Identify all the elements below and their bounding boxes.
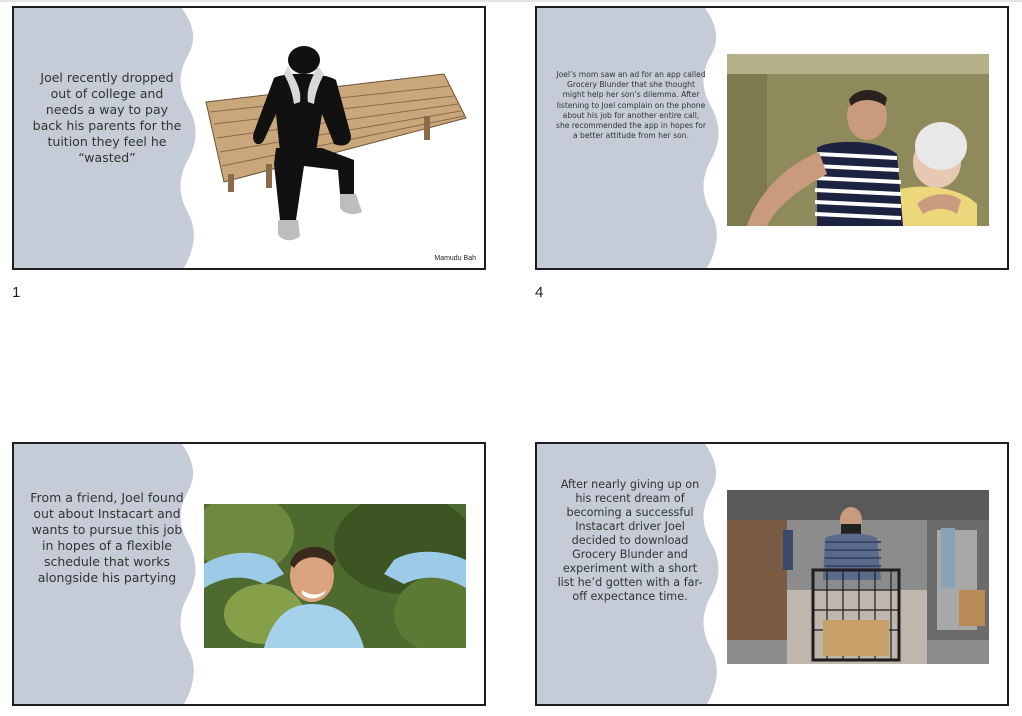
page-top-edge xyxy=(0,0,1022,2)
photo-credit: Mamudu Bah xyxy=(434,255,476,262)
slide-4-text: Joel’s mom saw an ad for an app called G… xyxy=(556,70,706,141)
relaxed-man-photo xyxy=(204,504,466,648)
slide-number: 4 xyxy=(535,284,544,301)
slide-number: 1 xyxy=(12,284,21,301)
slide-4-thumbnail[interactable]: Joel’s mom saw an ad for an app called G… xyxy=(535,6,1009,270)
slide-2-thumbnail[interactable]: From a friend, Joel found out about Inst… xyxy=(12,442,486,706)
grocery-store-cart-photo xyxy=(727,490,989,664)
sad-man-on-bench-illustration xyxy=(204,44,468,244)
slide-3-text: After nearly giving up on his recent dre… xyxy=(557,478,703,603)
slide-1-thumbnail[interactable]: Joel recently dropped out of college and… xyxy=(12,6,486,270)
slide-2-text: From a friend, Joel found out about Inst… xyxy=(30,490,184,585)
slide-1-text: Joel recently dropped out of college and… xyxy=(32,70,182,165)
joel-and-mom-photo xyxy=(727,54,989,226)
slide-3-thumbnail[interactable]: After nearly giving up on his recent dre… xyxy=(535,442,1009,706)
